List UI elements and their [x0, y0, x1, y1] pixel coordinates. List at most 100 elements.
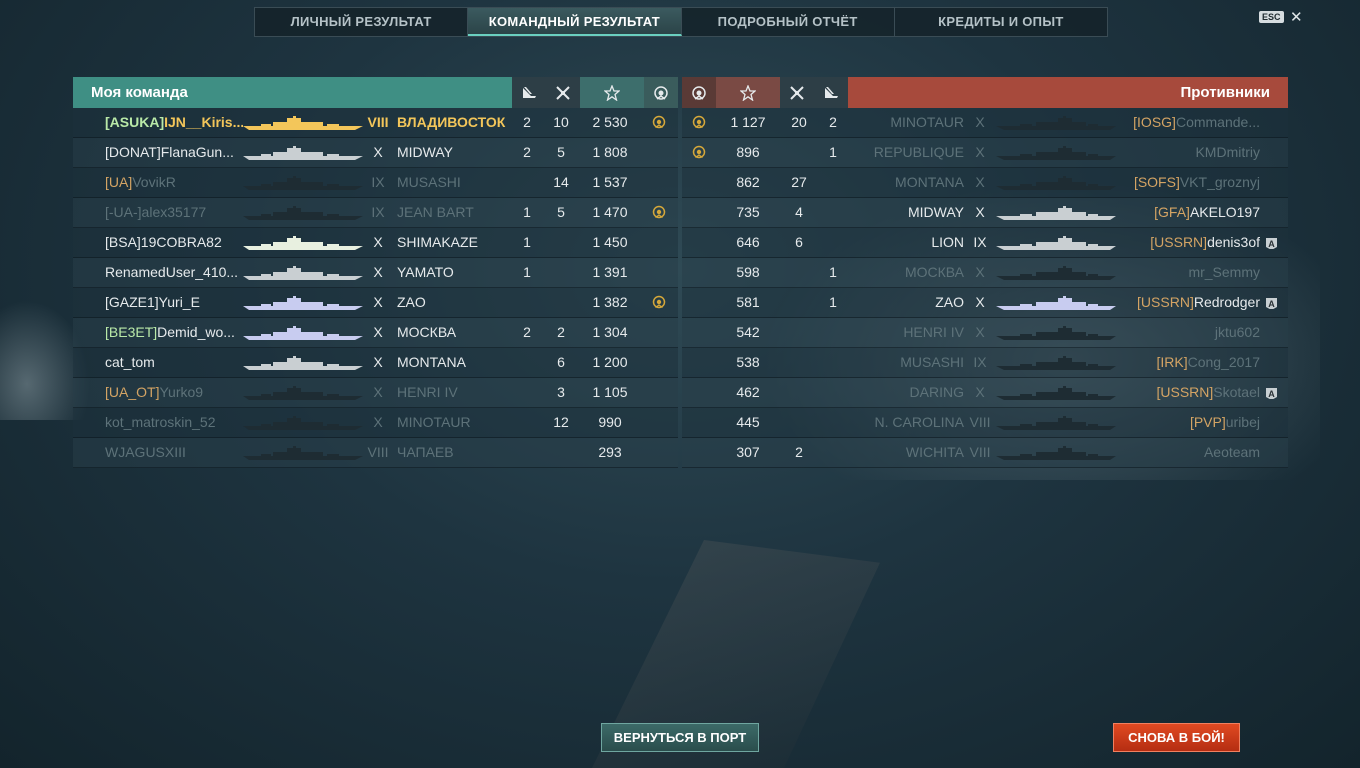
- enemy-row[interactable]: 646 6 LION IX [USSRN]denis3of A: [682, 228, 1288, 258]
- ship-silhouette: [243, 258, 365, 287]
- star-icon[interactable]: [716, 77, 780, 108]
- plane-kill-icon[interactable]: [780, 77, 814, 108]
- ship-tier: VIII: [367, 444, 389, 460]
- ribbon-icon: [652, 295, 666, 312]
- ship-name: HENRI IV: [397, 384, 458, 400]
- enemy-row[interactable]: 598 1 МОСКВА Xmr_Semmy: [682, 258, 1288, 288]
- tab-personal-result[interactable]: ЛИЧНЫЙ РЕЗУЛЬТАТ: [255, 8, 469, 36]
- ship-silhouette: [996, 228, 1120, 257]
- player-name[interactable]: [DONAT]FlanaGun...: [105, 138, 243, 167]
- ship-silhouette: [996, 438, 1120, 467]
- ship-tier: X: [373, 294, 383, 310]
- player-nick: VovikR: [132, 174, 176, 190]
- player-name[interactable]: kot_matroskin_52: [105, 408, 243, 437]
- player-name[interactable]: [USSRN]denis3of: [1122, 228, 1260, 257]
- battle-again-button[interactable]: СНОВА В БОЙ!: [1113, 723, 1240, 752]
- player-name[interactable]: [UA_OT]Yurko9: [105, 378, 243, 407]
- ship-silhouette: [996, 378, 1120, 407]
- enemy-team-header: Противники: [682, 77, 1288, 108]
- ship-tier: VIII: [969, 444, 991, 460]
- enemy-row[interactable]: 581 1 ZAO X [USSRN]Redrodger A: [682, 288, 1288, 318]
- player-nick: KMDmitriy: [1195, 144, 1260, 160]
- ribbon-icon[interactable]: [682, 77, 716, 108]
- player-name[interactable]: RenamedUser_410...: [105, 258, 243, 287]
- base-xp: 896: [736, 144, 760, 160]
- tab-team-result[interactable]: КОМАНДНЫЙ РЕЗУЛЬТАТ: [468, 8, 682, 36]
- player-name[interactable]: jktu602: [1122, 318, 1260, 347]
- enemy-row[interactable]: 538 MUSASHI IX [IRK]Cong_2017: [682, 348, 1288, 378]
- enemy-row[interactable]: 735 4 MIDWAY X [GFA]AKELO197: [682, 198, 1288, 228]
- base-xp: 293: [598, 444, 622, 460]
- ship-kill-icon[interactable]: [814, 77, 848, 108]
- player-name[interactable]: Aeoteam: [1122, 438, 1260, 467]
- ship-tier: X: [975, 144, 985, 160]
- base-xp: 646: [736, 234, 760, 250]
- ship-name: YAMATO: [397, 264, 454, 280]
- enemy-row[interactable]: 1 127 20 2 MINOTAUR X [IOSG]Commande...: [682, 108, 1288, 138]
- enemy-row[interactable]: 307 2 WICHITA VIII Aeoteam: [682, 438, 1288, 468]
- team-row[interactable]: kot_matroskin_52 X MINOTAUR 12 990: [73, 408, 678, 438]
- player-name[interactable]: [BSA]19COBRA82: [105, 228, 243, 257]
- team-row[interactable]: [DONAT]FlanaGun... X MIDWAY 2 5 1 808: [73, 138, 678, 168]
- ships-destroyed: 1: [829, 294, 837, 310]
- ship-name: REPUBLIQUE: [873, 144, 964, 160]
- tab-credits-and-xp[interactable]: КРЕДИТЫ И ОПЫТ: [895, 8, 1107, 36]
- player-name[interactable]: [ASUKA]IJN__Kiris...: [105, 108, 243, 137]
- tab-detailed-report[interactable]: ПОДРОБНЫЙ ОТЧЁТ: [682, 8, 895, 36]
- player-name[interactable]: mr_Semmy: [1122, 258, 1260, 287]
- team-row[interactable]: [GAZE1]Yuri_E X ZAO 1 382: [73, 288, 678, 318]
- team-row[interactable]: [UA]VovikR IX MUSASHI 14 1 537: [73, 168, 678, 198]
- player-name[interactable]: [GAZE1]Yuri_E: [105, 288, 243, 317]
- team-row[interactable]: RenamedUser_410... X YAMATO 1 1 391: [73, 258, 678, 288]
- ship-silhouette: [996, 348, 1120, 377]
- planes-destroyed: 3: [557, 384, 565, 400]
- player-name[interactable]: WJAGUSXIII: [105, 438, 243, 467]
- clan-tag: [SOFS]: [1133, 174, 1180, 190]
- player-name[interactable]: [PVP]uribej: [1122, 408, 1260, 437]
- ship-tier: VIII: [969, 414, 991, 430]
- ship-tier: X: [975, 324, 985, 340]
- player-nick: Demid_wo...: [157, 324, 235, 340]
- ribbon-icon[interactable]: [644, 77, 678, 108]
- player-name[interactable]: [UA]VovikR: [105, 168, 243, 197]
- team-row[interactable]: [BE3ET]Demid_wo... X МОСКВА 2 2 1 304: [73, 318, 678, 348]
- enemy-row[interactable]: 896 1 REPUBLIQUE X KMDmitriy: [682, 138, 1288, 168]
- plane-kill-icon[interactable]: [546, 77, 580, 108]
- team-row[interactable]: [ASUKA]IJN__Kiris... VIII ВЛАДИВОСТОК 2 10 2 …: [73, 108, 678, 138]
- enemy-row[interactable]: 862 27 MONTANA X [SOFS]VKT_groznyj: [682, 168, 1288, 198]
- base-xp: 1 808: [592, 144, 628, 160]
- player-name[interactable]: KMDmitriy: [1122, 138, 1260, 167]
- team-row[interactable]: [BSA]19COBRA82 X SHIMAKAZE 1 1 450: [73, 228, 678, 258]
- base-xp: 307: [736, 444, 760, 460]
- team-row[interactable]: [UA_OT]Yurko9 X HENRI IV 3 1 105: [73, 378, 678, 408]
- player-name[interactable]: [IOSG]Commande...: [1122, 108, 1260, 137]
- medal-cell: [642, 288, 676, 319]
- ship-silhouette: [996, 288, 1120, 317]
- clan-tag: [PVP]: [1189, 414, 1226, 430]
- player-nick: Skotael: [1213, 384, 1260, 400]
- ship-tier: X: [373, 234, 383, 250]
- player-name[interactable]: [SOFS]VKT_groznyj: [1122, 168, 1260, 197]
- team-row[interactable]: cat_tom X MONTANA 6 1 200: [73, 348, 678, 378]
- return-to-port-button[interactable]: ВЕРНУТЬСЯ В ПОРТ: [601, 723, 759, 752]
- ship-kill-icon[interactable]: [512, 77, 546, 108]
- player-name[interactable]: [USSRN]Redrodger: [1122, 288, 1260, 317]
- player-name[interactable]: [USSRN]Skotael: [1122, 378, 1261, 407]
- player-name[interactable]: [GFA]AKELO197: [1122, 198, 1260, 227]
- team-row[interactable]: WJAGUSXIII VIII ЧАПАЕВ 293: [73, 438, 678, 468]
- ships-destroyed: 2: [523, 324, 531, 340]
- player-name[interactable]: cat_tom: [105, 348, 243, 377]
- team-row[interactable]: [-UA-]alex35177 IX JEAN BART 1 5 1 470: [73, 198, 678, 228]
- enemy-row[interactable]: 462 DARING X [USSRN]Skotael A: [682, 378, 1288, 408]
- player-name[interactable]: [IRK]Cong_2017: [1122, 348, 1260, 377]
- enemy-row[interactable]: 445 N. CAROLINA VIII [PVP]uribej: [682, 408, 1288, 438]
- enemy-row[interactable]: 542 HENRI IV Xjktu602: [682, 318, 1288, 348]
- base-xp: 735: [736, 204, 760, 220]
- base-xp: 862: [736, 174, 760, 190]
- player-name[interactable]: [BE3ET]Demid_wo...: [105, 318, 243, 347]
- enemy-team-title: Противники: [848, 77, 1288, 108]
- player-name[interactable]: [-UA-]alex35177: [105, 198, 243, 227]
- close-icon[interactable]: ✕: [1290, 8, 1303, 26]
- star-icon[interactable]: [580, 77, 644, 108]
- enemy-team-panel: Противники 1 127 20 2 MINOTAUR X [IOSG]Comman…: [682, 77, 1288, 468]
